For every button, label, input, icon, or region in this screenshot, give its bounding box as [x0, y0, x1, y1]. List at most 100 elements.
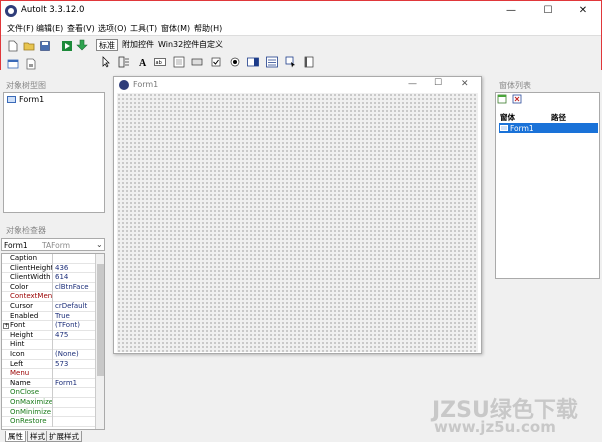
property-name: OnClose: [10, 388, 53, 398]
window-list-toolbar: [497, 94, 537, 106]
tree-panel-caption: 对象树型图: [6, 81, 46, 90]
radio-button-icon[interactable]: [229, 56, 241, 68]
property-row[interactable]: Left 573: [2, 359, 95, 370]
column-header-window[interactable]: 窗体: [500, 112, 515, 123]
tab-extended-styles[interactable]: 扩展样式: [46, 431, 82, 442]
property-row[interactable]: Enabled True: [2, 311, 95, 322]
tab-properties[interactable]: 属性: [5, 431, 26, 442]
svg-text:ab: ab: [156, 60, 162, 66]
autoit-logo-icon: [119, 80, 129, 90]
menu-options[interactable]: 选项(O): [98, 23, 127, 34]
save-icon[interactable]: [39, 40, 51, 52]
window-list-row[interactable]: Form1: [499, 123, 598, 133]
add-window-icon[interactable]: [497, 94, 507, 104]
minimize-button[interactable]: —: [493, 1, 529, 21]
inspector-tabs: 属性 样式 扩展样式: [1, 430, 105, 442]
property-value[interactable]: 573: [55, 360, 95, 370]
property-value[interactable]: (None): [55, 350, 95, 360]
property-row[interactable]: Name Form1: [2, 378, 95, 389]
property-row[interactable]: OnMaximize: [2, 398, 95, 408]
property-row[interactable]: OnRestore: [2, 417, 95, 427]
open-folder-icon[interactable]: [23, 40, 35, 52]
property-row[interactable]: Caption: [2, 254, 95, 264]
property-value[interactable]: 436: [55, 264, 95, 274]
remove-window-icon[interactable]: [512, 94, 522, 104]
group-box-icon[interactable]: [285, 56, 297, 68]
menu-tools[interactable]: 工具(T): [130, 23, 157, 34]
property-scrollbar[interactable]: [95, 254, 104, 429]
inspector-caption: 对象检查器: [6, 226, 46, 235]
panel-icon[interactable]: [303, 56, 315, 68]
property-row[interactable]: Icon (None): [2, 350, 95, 360]
maximize-button[interactable]: ☐: [530, 1, 566, 21]
property-row[interactable]: OnClose: [2, 388, 95, 398]
label-control-icon[interactable]: [118, 56, 130, 68]
property-name: Caption: [10, 254, 53, 264]
menu-view[interactable]: 查看(V): [67, 23, 95, 34]
menu-file[interactable]: 文件(F): [7, 23, 34, 34]
watermark-line2: www.jz5u.com: [434, 418, 556, 436]
property-row[interactable]: + Font (TFont): [2, 321, 95, 331]
menu-edit[interactable]: 编辑(E): [36, 23, 63, 34]
property-name: Name: [10, 378, 53, 389]
property-name: Hint: [10, 340, 53, 350]
form-window-icon[interactable]: [7, 58, 19, 70]
column-header-path[interactable]: 路径: [551, 112, 566, 123]
run-script-icon[interactable]: [61, 40, 73, 52]
property-value[interactable]: 614: [55, 273, 95, 283]
scrollbar-thumb[interactable]: [97, 264, 104, 376]
property-row[interactable]: Height 475: [2, 330, 95, 341]
expand-icon[interactable]: +: [3, 323, 9, 330]
property-name: Menu: [10, 369, 53, 379]
property-value[interactable]: clBtnFace: [55, 283, 95, 293]
new-file-icon[interactable]: [7, 40, 19, 52]
tab-styles[interactable]: 样式: [27, 431, 48, 442]
code-file-icon[interactable]: [25, 58, 37, 70]
property-row[interactable]: ClientWidth 614: [2, 273, 95, 283]
combobox-icon[interactable]: [247, 56, 259, 68]
form-title-bar[interactable]: Form1 — ☐ ✕: [114, 77, 481, 93]
form-design-canvas[interactable]: [117, 93, 478, 352]
property-name: Icon: [10, 350, 53, 360]
form-close-button[interactable]: ✕: [461, 79, 469, 89]
edit-box-icon[interactable]: ab: [154, 56, 166, 68]
property-name: Color: [10, 282, 53, 293]
text-label-icon[interactable]: A: [137, 56, 149, 68]
property-value[interactable]: (TFont): [55, 321, 95, 331]
property-row[interactable]: Color clBtnFace: [2, 282, 95, 293]
property-row[interactable]: ClientHeight 436: [2, 263, 95, 274]
palette-tab-custom[interactable]: 自定义: [197, 39, 225, 51]
property-value[interactable]: True: [55, 312, 95, 322]
listbox-icon[interactable]: [266, 56, 278, 68]
autoit-logo-icon: [5, 5, 17, 17]
property-row[interactable]: OnMinimize: [2, 407, 95, 418]
property-name: Cursor: [10, 302, 53, 312]
property-row[interactable]: Cursor crDefault: [2, 302, 95, 312]
download-arrow-icon[interactable]: [76, 39, 88, 51]
property-row[interactable]: Menu: [2, 369, 95, 379]
title-bar[interactable]: AutoIt 3.3.12.0 — ☐ ✕: [1, 1, 601, 21]
button-control-icon[interactable]: [191, 56, 203, 68]
property-value[interactable]: Form1: [55, 379, 95, 389]
menu-help[interactable]: 帮助(H): [194, 23, 222, 34]
form-maximize-button[interactable]: ☐: [434, 78, 442, 88]
palette-tab-win32[interactable]: Win32控件: [156, 39, 201, 51]
property-name: OnMaximize: [10, 398, 53, 408]
checkbox-icon[interactable]: [210, 56, 222, 68]
inspector-object-select[interactable]: Form1 TAForm ⌄: [1, 238, 105, 251]
property-value[interactable]: 475: [55, 331, 95, 341]
menu-form[interactable]: 窗体(M): [161, 23, 190, 34]
svg-text:A: A: [139, 58, 147, 68]
form-designer-window[interactable]: Form1 — ☐ ✕: [113, 76, 482, 354]
property-row[interactable]: ContextMenu: [2, 292, 95, 302]
property-value[interactable]: crDefault: [55, 302, 95, 312]
close-button[interactable]: ✕: [565, 1, 601, 21]
palette-tab-additional[interactable]: 附加控件: [120, 39, 156, 51]
palette-tab-standard[interactable]: 标准: [96, 39, 118, 51]
memo-icon[interactable]: [173, 56, 185, 68]
property-grid: Caption ClientHeight 436 ClientWidth 614 Colo…: [1, 253, 105, 430]
form-minimize-button[interactable]: —: [408, 79, 417, 89]
pointer-icon[interactable]: [100, 56, 112, 68]
menu-bar: 文件(F) 编辑(E) 查看(V) 选项(O) 工具(T) 窗体(M) 帮助(H…: [1, 21, 601, 35]
property-row[interactable]: Hint: [2, 340, 95, 350]
